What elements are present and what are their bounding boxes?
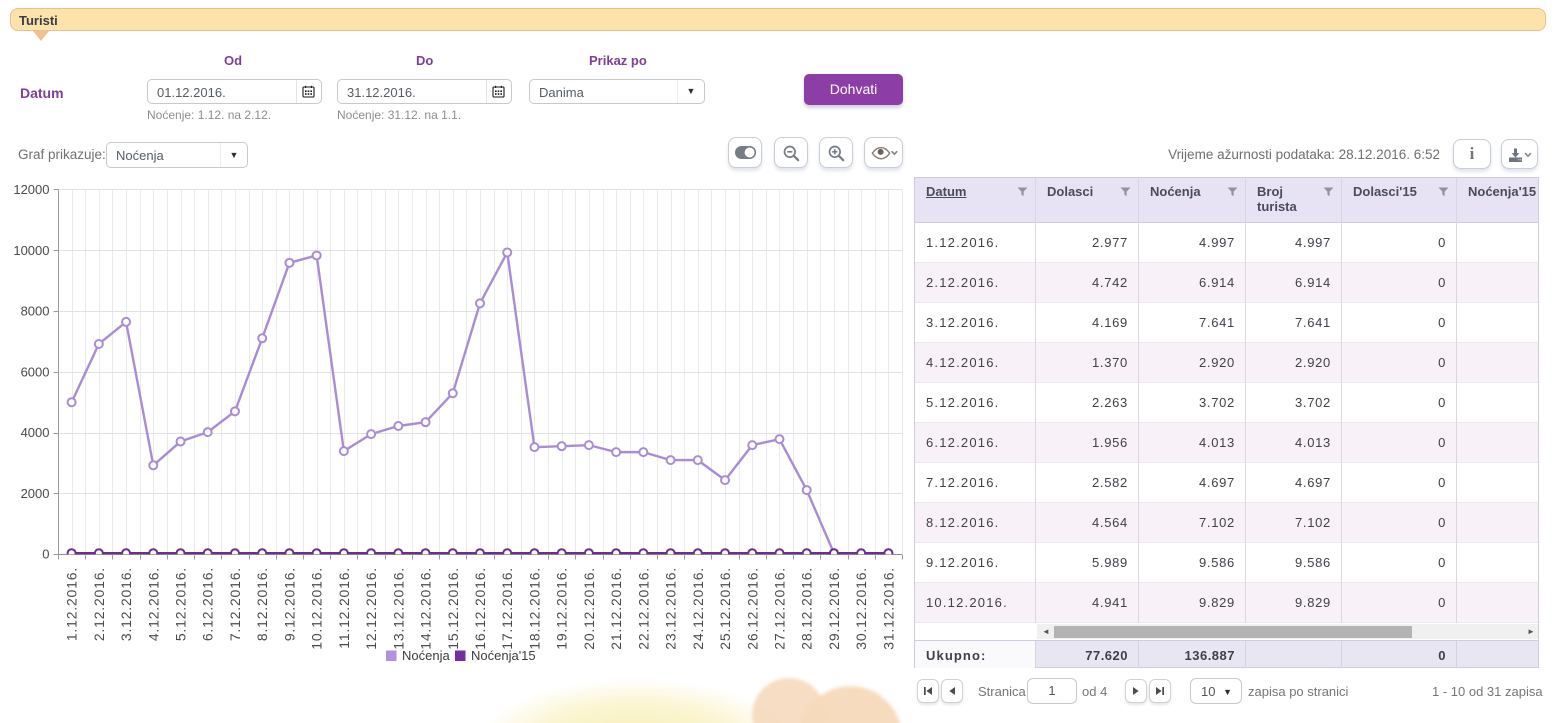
svg-text:1.12.2016.: 1.12.2016.	[64, 567, 80, 641]
svg-text:Noćenja'15: Noćenja'15	[471, 648, 536, 663]
svg-text:13.12.2016.: 13.12.2016.	[390, 567, 406, 650]
svg-text:19.12.2016.: 19.12.2016.	[554, 567, 570, 650]
svg-text:23.12.2016.: 23.12.2016.	[663, 567, 679, 650]
svg-text:22.12.2016.: 22.12.2016.	[635, 567, 651, 650]
svg-text:31.12.2016.: 31.12.2016.	[880, 567, 896, 650]
svg-text:25.12.2016.: 25.12.2016.	[717, 567, 733, 650]
svg-text:12000: 12000	[13, 182, 49, 197]
svg-text:17.12.2016.: 17.12.2016.	[499, 567, 515, 650]
svg-text:27.12.2016.: 27.12.2016.	[771, 567, 787, 650]
svg-text:2000: 2000	[21, 486, 50, 501]
svg-text:12.12.2016.: 12.12.2016.	[363, 567, 379, 650]
svg-text:4.12.2016.: 4.12.2016.	[145, 567, 161, 641]
svg-text:6000: 6000	[21, 364, 50, 379]
svg-text:11.12.2016.: 11.12.2016.	[336, 567, 352, 649]
svg-text:18.12.2016.: 18.12.2016.	[526, 567, 542, 650]
svg-text:10.12.2016.: 10.12.2016.	[309, 567, 325, 650]
svg-text:7.12.2016.: 7.12.2016.	[227, 567, 243, 641]
svg-text:15.12.2016.: 15.12.2016.	[445, 567, 461, 650]
svg-text:20.12.2016.: 20.12.2016.	[581, 567, 597, 650]
svg-text:28.12.2016.: 28.12.2016.	[799, 567, 815, 650]
svg-text:26.12.2016.: 26.12.2016.	[744, 567, 760, 650]
svg-text:30.12.2016.: 30.12.2016.	[853, 567, 869, 650]
svg-text:5.12.2016.: 5.12.2016.	[173, 567, 189, 641]
svg-text:8.12.2016.: 8.12.2016.	[254, 567, 270, 641]
svg-text:6.12.2016.: 6.12.2016.	[200, 567, 216, 641]
svg-text:10000: 10000	[13, 243, 49, 258]
svg-text:4000: 4000	[21, 425, 50, 440]
svg-text:21.12.2016.: 21.12.2016.	[608, 567, 624, 650]
svg-text:8000: 8000	[21, 304, 50, 319]
svg-text:0: 0	[42, 547, 49, 562]
svg-text:9.12.2016.: 9.12.2016.	[281, 567, 297, 641]
svg-text:2.12.2016.: 2.12.2016.	[91, 567, 107, 641]
svg-text:14.12.2016.: 14.12.2016.	[418, 567, 434, 650]
svg-text:16.12.2016.: 16.12.2016.	[472, 567, 488, 650]
svg-text:3.12.2016.: 3.12.2016.	[118, 567, 134, 641]
svg-text:24.12.2016.: 24.12.2016.	[690, 567, 706, 650]
svg-text:Noćenja: Noćenja	[402, 648, 450, 663]
svg-text:29.12.2016.: 29.12.2016.	[826, 567, 842, 650]
